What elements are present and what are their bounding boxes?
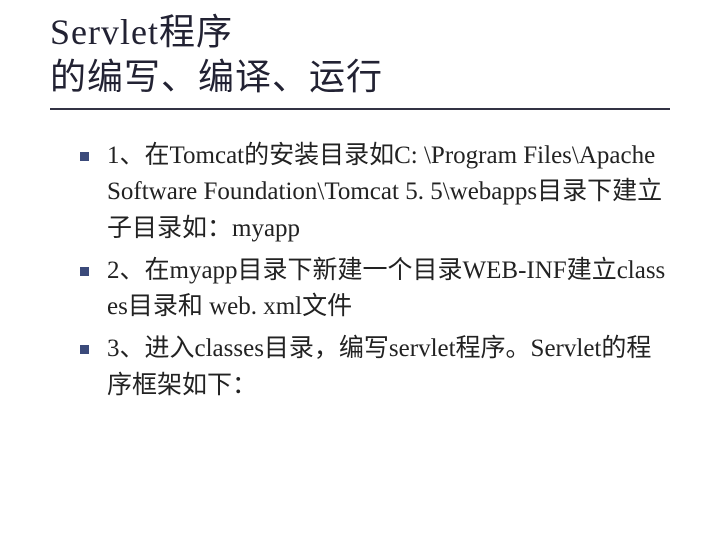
bullet-text-3: 3、进入classes目录，编写servlet程序。Servlet的程序框架如下… xyxy=(107,331,670,404)
bullet-text-2: 2、在myapp目录下新建一个目录WEB-INF建立classes目录和 web… xyxy=(107,253,670,326)
square-bullet-icon xyxy=(80,345,89,354)
slide-title-block: Servlet程序 的编写、编译、运行 xyxy=(50,10,670,110)
title-line-1: Servlet程序 xyxy=(50,10,670,55)
title-line-2: 的编写、编译、运行 xyxy=(50,55,670,100)
bullet-text-1: 1、在Tomcat的安装目录如C: \Program Files\Apache … xyxy=(107,138,670,247)
square-bullet-icon xyxy=(80,267,89,276)
list-item: 2、在myapp目录下新建一个目录WEB-INF建立classes目录和 web… xyxy=(80,253,670,326)
list-item: 1、在Tomcat的安装目录如C: \Program Files\Apache … xyxy=(80,138,670,247)
list-item: 3、进入classes目录，编写servlet程序。Servlet的程序框架如下… xyxy=(80,331,670,404)
square-bullet-icon xyxy=(80,152,89,161)
slide-container: Servlet程序 的编写、编译、运行 1、在Tomcat的安装目录如C: \P… xyxy=(0,0,720,440)
content-area: 1、在Tomcat的安装目录如C: \Program Files\Apache … xyxy=(50,138,670,404)
